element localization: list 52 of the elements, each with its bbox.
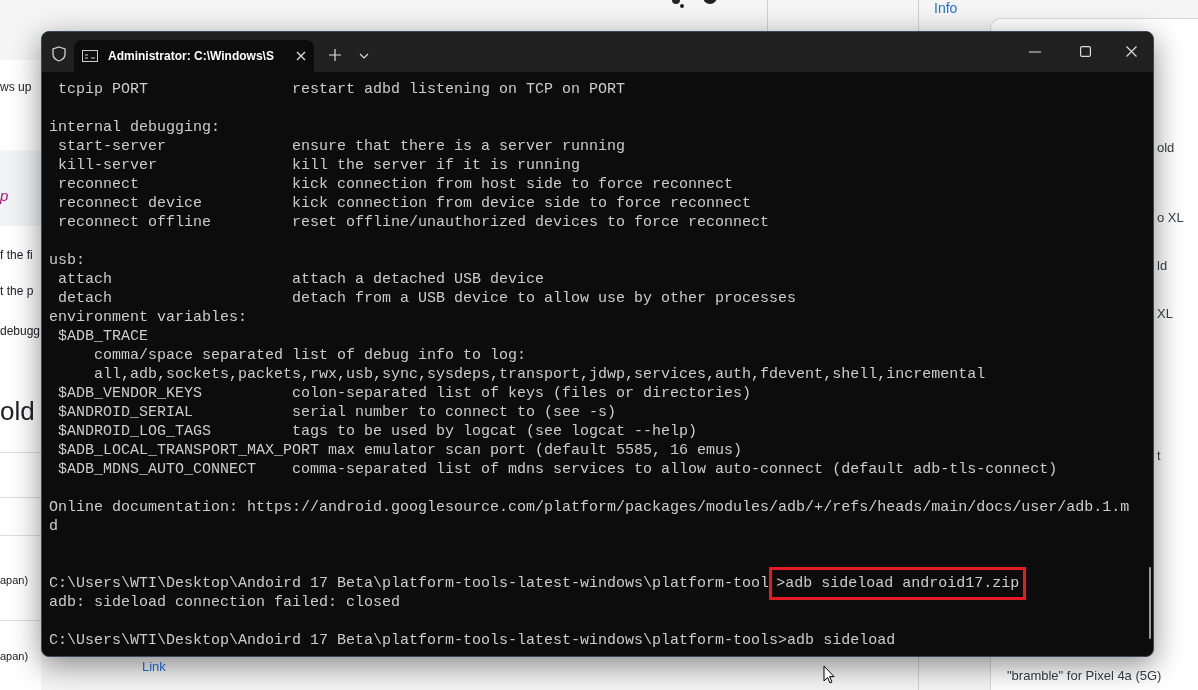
terminal-line: d: [49, 518, 58, 535]
plus-icon[interactable]: [329, 49, 341, 61]
terminal-line: $ADB_TRACE: [57, 328, 149, 345]
table-cell-text: apan): [0, 573, 29, 588]
table-cell-text: apan): [0, 649, 29, 664]
maximize-icon[interactable]: [1080, 46, 1091, 57]
terminal-line: internal debugging:: [49, 119, 221, 136]
terminal-line: reconnect offline reset offline/unauthorized devices to force reconnect: [57, 214, 770, 231]
terminal-line: reconnect device kick connection from device side to force reconnect: [57, 195, 752, 212]
table-cell-text: old: [1157, 139, 1175, 157]
table-cell-text: XL: [1157, 305, 1173, 323]
terminal-line: C:\Users\WTI\Desktop\Andoird 17 Beta\platform-tools-latest-windows\platform-tools>adb sideload: [49, 632, 896, 649]
terminal-line: $ANDROID_SERIAL serial number to connect to (see -s): [57, 404, 617, 421]
terminal-line: $ADB_LOCAL_TRANSPORT_MAX_PORT max emulator scan port (default 5585, 16 emus): [57, 442, 743, 459]
terminal-line: reconnect kick connection from host side to force reconnect: [57, 176, 734, 193]
body-text: t the p: [0, 283, 34, 300]
terminal-line: $ADB_VENDOR_KEYS colon-separated list of keys (files or directories): [57, 385, 752, 402]
terminal-line: start-server ensure that there is a server running: [57, 138, 626, 155]
table-cell-text: "bramble" for Pixel 4a (5G): [1007, 667, 1162, 685]
terminal-line: detach detach from a USB device to allow use by other processes: [57, 290, 797, 307]
table-cell-text: o XL: [1157, 209, 1184, 227]
chevron-down-icon[interactable]: [359, 53, 369, 59]
terminal-line: attach attach a detached USB device: [57, 271, 545, 288]
terminal-line: Online documentation: https://android.googlesource.com/platform/packages/modules/adb/+/refs/heads/main/docs/user/adb.1.m: [49, 499, 1130, 516]
shield-icon[interactable]: [52, 46, 66, 62]
terminal-line: all,adb,sockets,packets,rwx,usb,sync,sysdeps,transport,jdwp,services,auth,fdevent,shell,incremental: [93, 366, 986, 383]
terminal-line: usb:: [49, 252, 85, 269]
tab-title: Administrator: C:\Windows\S: [108, 48, 275, 65]
terminal-line: C:\Users\WTI\Desktop\Andoird 17 Beta\platform-tools-latest-windows\platform-tool: [49, 575, 770, 592]
body-text: f the fi: [0, 247, 33, 264]
terminal-icon: [82, 50, 98, 62]
terminal-line: kill-server kill the server if it is running: [57, 157, 581, 174]
terminal-line: tcpip PORT restart adbd listening on TCP on PORT: [57, 81, 626, 98]
body-text: ws up: [0, 79, 32, 96]
close-icon[interactable]: [1126, 46, 1137, 57]
terminal-line: $ANDROID_LOG_TAGS tags to be used by logcat (see logcat --help): [57, 423, 698, 440]
close-icon[interactable]: [296, 51, 306, 61]
table-cell-text: ld: [1157, 257, 1168, 275]
link[interactable]: Link: [142, 657, 166, 677]
terminal-line: $ADB_MDNS_AUTO_CONNECT comma-separated list of mdns services to allow auto-connect (default adb-tls-connect): [57, 461, 1058, 478]
terminal-line: environment variables:: [49, 309, 248, 326]
terminal-line: adb: sideload connection failed: closed: [49, 594, 401, 611]
tab[interactable]: Administrator: C:\Windows\S: [74, 40, 314, 72]
link[interactable]: p: [0, 185, 9, 208]
link[interactable]: Info: [934, 0, 958, 16]
mouse-pointer-icon: [823, 665, 835, 684]
body-text: debugg: [0, 323, 41, 340]
scrollbar[interactable]: [1149, 567, 1151, 639]
terminal-line: comma/space separated list of debug info to log:: [93, 347, 527, 364]
table-cell-text: t: [1157, 447, 1161, 465]
heading: old: [0, 395, 35, 428]
highlighted-command: >adb sideload android17.zip: [769, 567, 1027, 600]
